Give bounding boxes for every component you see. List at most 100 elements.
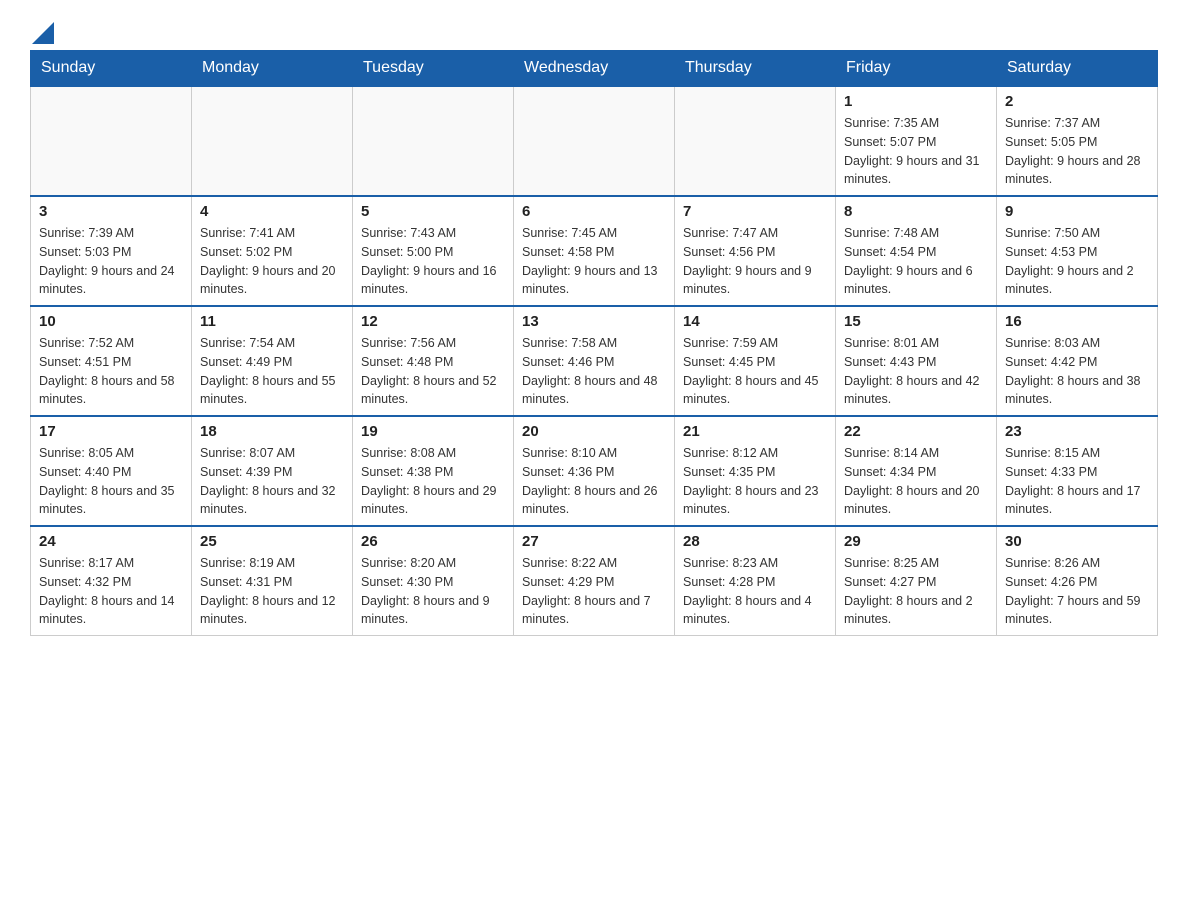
calendar-cell: 13 Sunrise: 7:58 AMSunset: 4:46 PMDayligh…: [514, 306, 675, 416]
calendar-cell: 1 Sunrise: 7:35 AMSunset: 5:07 PMDaylight…: [836, 86, 997, 196]
day-number: 13: [522, 313, 666, 330]
day-number: 2: [1005, 93, 1149, 110]
day-info: Sunrise: 8:15 AMSunset: 4:33 PMDaylight:…: [1005, 444, 1149, 519]
day-info: Sunrise: 7:41 AMSunset: 5:02 PMDaylight:…: [200, 224, 344, 299]
calendar-cell: 16 Sunrise: 8:03 AMSunset: 4:42 PMDayligh…: [997, 306, 1158, 416]
day-info: Sunrise: 7:45 AMSunset: 4:58 PMDaylight:…: [522, 224, 666, 299]
day-info: Sunrise: 8:19 AMSunset: 4:31 PMDaylight:…: [200, 554, 344, 629]
header-tuesday: Tuesday: [353, 51, 514, 87]
calendar-table: SundayMondayTuesdayWednesdayThursdayFrid…: [30, 50, 1158, 636]
calendar-cell: [31, 86, 192, 196]
day-number: 5: [361, 203, 505, 220]
day-info: Sunrise: 8:17 AMSunset: 4:32 PMDaylight:…: [39, 554, 183, 629]
day-number: 7: [683, 203, 827, 220]
day-info: Sunrise: 8:14 AMSunset: 4:34 PMDaylight:…: [844, 444, 988, 519]
day-info: Sunrise: 7:35 AMSunset: 5:07 PMDaylight:…: [844, 114, 988, 189]
logo-triangle-icon: [32, 22, 54, 44]
day-number: 22: [844, 423, 988, 440]
calendar-cell: 12 Sunrise: 7:56 AMSunset: 4:48 PMDayligh…: [353, 306, 514, 416]
day-number: 25: [200, 533, 344, 550]
day-info: Sunrise: 7:56 AMSunset: 4:48 PMDaylight:…: [361, 334, 505, 409]
day-number: 26: [361, 533, 505, 550]
day-info: Sunrise: 8:26 AMSunset: 4:26 PMDaylight:…: [1005, 554, 1149, 629]
day-info: Sunrise: 7:37 AMSunset: 5:05 PMDaylight:…: [1005, 114, 1149, 189]
day-number: 18: [200, 423, 344, 440]
day-info: Sunrise: 7:47 AMSunset: 4:56 PMDaylight:…: [683, 224, 827, 299]
day-info: Sunrise: 8:12 AMSunset: 4:35 PMDaylight:…: [683, 444, 827, 519]
calendar-cell: [192, 86, 353, 196]
day-info: Sunrise: 7:58 AMSunset: 4:46 PMDaylight:…: [522, 334, 666, 409]
day-number: 27: [522, 533, 666, 550]
day-info: Sunrise: 7:39 AMSunset: 5:03 PMDaylight:…: [39, 224, 183, 299]
calendar-cell: 8Sunrise: 7:48 AMSunset: 4:54 PMDaylight…: [836, 196, 997, 306]
day-number: 28: [683, 533, 827, 550]
calendar-cell: 6 Sunrise: 7:45 AMSunset: 4:58 PMDaylight…: [514, 196, 675, 306]
calendar-cell: 20 Sunrise: 8:10 AMSunset: 4:36 PMDayligh…: [514, 416, 675, 526]
calendar-cell: [353, 86, 514, 196]
day-number: 9: [1005, 203, 1149, 220]
day-info: Sunrise: 7:59 AMSunset: 4:45 PMDaylight:…: [683, 334, 827, 409]
day-info: Sunrise: 8:22 AMSunset: 4:29 PMDaylight:…: [522, 554, 666, 629]
calendar-cell: 19Sunrise: 8:08 AMSunset: 4:38 PMDayligh…: [353, 416, 514, 526]
day-info: Sunrise: 8:05 AMSunset: 4:40 PMDaylight:…: [39, 444, 183, 519]
calendar-cell: 7 Sunrise: 7:47 AMSunset: 4:56 PMDaylight…: [675, 196, 836, 306]
calendar-cell: 21 Sunrise: 8:12 AMSunset: 4:35 PMDayligh…: [675, 416, 836, 526]
calendar-header-row: SundayMondayTuesdayWednesdayThursdayFrid…: [31, 51, 1158, 87]
calendar-cell: 2 Sunrise: 7:37 AMSunset: 5:05 PMDaylight…: [997, 86, 1158, 196]
calendar-cell: 27 Sunrise: 8:22 AMSunset: 4:29 PMDayligh…: [514, 526, 675, 636]
header-friday: Friday: [836, 51, 997, 87]
day-number: 11: [200, 313, 344, 330]
day-number: 30: [1005, 533, 1149, 550]
week-row-1: 1 Sunrise: 7:35 AMSunset: 5:07 PMDaylight…: [31, 86, 1158, 196]
day-number: 23: [1005, 423, 1149, 440]
day-number: 6: [522, 203, 666, 220]
day-number: 3: [39, 203, 183, 220]
calendar-cell: 25 Sunrise: 8:19 AMSunset: 4:31 PMDayligh…: [192, 526, 353, 636]
day-number: 1: [844, 93, 988, 110]
day-info: Sunrise: 7:43 AMSunset: 5:00 PMDaylight:…: [361, 224, 505, 299]
calendar-cell: [514, 86, 675, 196]
calendar-cell: 28 Sunrise: 8:23 AMSunset: 4:28 PMDayligh…: [675, 526, 836, 636]
day-info: Sunrise: 8:25 AMSunset: 4:27 PMDaylight:…: [844, 554, 988, 629]
calendar-cell: 15 Sunrise: 8:01 AMSunset: 4:43 PMDayligh…: [836, 306, 997, 416]
calendar-cell: 26 Sunrise: 8:20 AMSunset: 4:30 PMDayligh…: [353, 526, 514, 636]
day-info: Sunrise: 7:50 AMSunset: 4:53 PMDaylight:…: [1005, 224, 1149, 299]
header-thursday: Thursday: [675, 51, 836, 87]
day-number: 16: [1005, 313, 1149, 330]
day-number: 4: [200, 203, 344, 220]
day-info: Sunrise: 8:20 AMSunset: 4:30 PMDaylight:…: [361, 554, 505, 629]
calendar-cell: 3 Sunrise: 7:39 AMSunset: 5:03 PMDaylight…: [31, 196, 192, 306]
header-saturday: Saturday: [997, 51, 1158, 87]
day-number: 12: [361, 313, 505, 330]
day-info: Sunrise: 7:48 AMSunset: 4:54 PMDaylight:…: [844, 224, 988, 299]
week-row-4: 17 Sunrise: 8:05 AMSunset: 4:40 PMDayligh…: [31, 416, 1158, 526]
week-row-3: 10Sunrise: 7:52 AMSunset: 4:51 PMDayligh…: [31, 306, 1158, 416]
calendar-cell: 5 Sunrise: 7:43 AMSunset: 5:00 PMDaylight…: [353, 196, 514, 306]
calendar-cell: 24 Sunrise: 8:17 AMSunset: 4:32 PMDayligh…: [31, 526, 192, 636]
logo: [30, 20, 54, 40]
day-number: 21: [683, 423, 827, 440]
day-info: Sunrise: 8:23 AMSunset: 4:28 PMDaylight:…: [683, 554, 827, 629]
calendar-cell: 30 Sunrise: 8:26 AMSunset: 4:26 PMDayligh…: [997, 526, 1158, 636]
calendar-cell: 29Sunrise: 8:25 AMSunset: 4:27 PMDayligh…: [836, 526, 997, 636]
day-info: Sunrise: 8:10 AMSunset: 4:36 PMDaylight:…: [522, 444, 666, 519]
page-header: [30, 20, 1158, 40]
calendar-cell: 4 Sunrise: 7:41 AMSunset: 5:02 PMDaylight…: [192, 196, 353, 306]
calendar-cell: 11 Sunrise: 7:54 AMSunset: 4:49 PMDayligh…: [192, 306, 353, 416]
day-number: 10: [39, 313, 183, 330]
header-wednesday: Wednesday: [514, 51, 675, 87]
day-number: 24: [39, 533, 183, 550]
day-info: Sunrise: 8:08 AMSunset: 4:38 PMDaylight:…: [361, 444, 505, 519]
header-sunday: Sunday: [31, 51, 192, 87]
day-number: 15: [844, 313, 988, 330]
day-info: Sunrise: 8:01 AMSunset: 4:43 PMDaylight:…: [844, 334, 988, 409]
day-info: Sunrise: 8:07 AMSunset: 4:39 PMDaylight:…: [200, 444, 344, 519]
day-number: 17: [39, 423, 183, 440]
day-info: Sunrise: 8:03 AMSunset: 4:42 PMDaylight:…: [1005, 334, 1149, 409]
calendar-cell: 23 Sunrise: 8:15 AMSunset: 4:33 PMDayligh…: [997, 416, 1158, 526]
day-number: 20: [522, 423, 666, 440]
day-info: Sunrise: 7:54 AMSunset: 4:49 PMDaylight:…: [200, 334, 344, 409]
header-monday: Monday: [192, 51, 353, 87]
calendar-cell: 22 Sunrise: 8:14 AMSunset: 4:34 PMDayligh…: [836, 416, 997, 526]
day-number: 14: [683, 313, 827, 330]
